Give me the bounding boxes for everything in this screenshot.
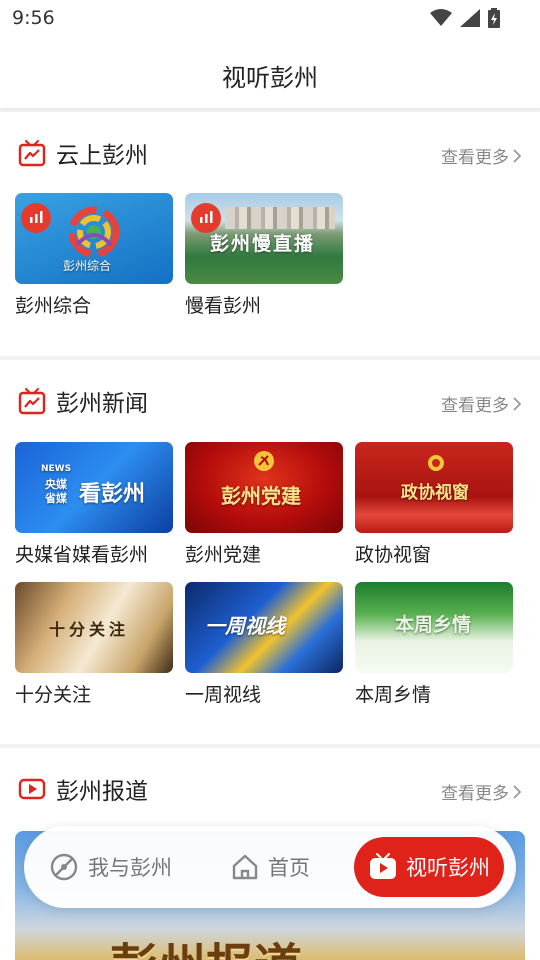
view-more-link[interactable]: 查看更多 [441,143,522,168]
view-more-label: 查看更多 [441,148,509,168]
program-label: 央媒省媒看彭州 [15,544,149,566]
thumbnail-caption: 本周乡情 [395,614,472,636]
program-card[interactable]: 一周视线 一周视线 [185,582,343,707]
chevron-right-icon [513,396,522,411]
party-emblem-icon [254,451,274,471]
view-more-label: 查看更多 [441,396,509,416]
program-thumbnail: NEWS 央媒 省媒 看彭州 [15,442,173,533]
channel-card[interactable]: 彭州慢直播 慢看彭州 [185,193,343,318]
section-title: 彭州报道 [56,779,148,805]
program-thumbnail: 十分关注 [15,582,173,673]
nav-item-me-pengzhou[interactable]: 我与彭州 [48,826,172,908]
compass-icon [50,853,78,881]
channel-label: 彭州综合 [15,295,92,317]
thumbnail-caption: 政协视窗 [401,483,469,503]
thumbnail-caption: 看彭州 [79,482,146,507]
section-header: 彭州新闻 [18,386,148,417]
program-card[interactable]: 十分关注 十分关注 [15,582,173,707]
view-more-link[interactable]: 查看更多 [441,391,522,416]
section-cloud: 云上彭州 查看更多 彭州综合 彭州综合 彭州慢直播 慢看彭州 [0,112,540,356]
nav-item-shiting-pengzhou[interactable]: 视听彭州 [354,837,504,897]
section-title: 云上彭州 [56,143,148,169]
program-card[interactable]: 彭州党建 彭州党建 [185,442,343,567]
channel-thumbnail: 彭州综合 [15,193,173,284]
program-thumbnail: 政协视窗 [355,442,513,533]
tv-chart-icon [18,140,46,167]
video-play-icon [18,778,46,800]
live-signal-icon [30,211,43,223]
thumbnail-caption: 十分关注 [49,620,130,639]
live-signal-icon [200,211,213,223]
nav-label: 视听彭州 [406,856,490,880]
thumbnail-caption: 一周视线 [205,614,285,638]
program-label: 十分关注 [15,684,92,706]
program-label: 一周视线 [185,684,262,706]
thumbnail-caption: 彭州慢直播 [210,233,316,255]
channel-label: 慢看彭州 [185,295,262,317]
thumbnail-caption: 彭州综合 [63,259,112,273]
live-badge [191,203,221,233]
pengzhou-logo-icon [68,206,120,258]
program-card[interactable]: 本周乡情 本周乡情 [355,582,513,707]
section-news: 彭州新闻 查看更多 NEWS 央媒 省媒 看彭州 央媒省媒看彭州 彭州党建 彭州… [0,360,540,744]
section-title: 彭州新闻 [56,391,148,417]
chevron-right-icon [513,148,522,163]
title-bar: 视听彭州 [0,38,540,108]
nav-label: 我与彭州 [88,856,172,880]
live-badge [21,203,51,233]
home-icon [232,854,258,880]
program-label: 本周乡情 [355,684,432,706]
program-card[interactable]: 政协视窗 政协视窗 [355,442,513,567]
section-header: 彭州报道 [18,774,148,805]
signal-icon [460,9,480,27]
building-skyline [225,207,335,229]
nav-item-home[interactable]: 首页 [230,826,310,908]
status-icons [430,8,500,28]
section-header: 云上彭州 [18,138,148,169]
thumbnail-caption: 彭州党建 [221,484,301,508]
nav-label: 首页 [268,856,310,880]
channel-card[interactable]: 彭州综合 彭州综合 [15,193,173,318]
bottom-nav: 我与彭州 首页 视听彭州 [24,826,516,908]
program-thumbnail: 彭州党建 [185,442,343,533]
banner-caption: 彭州报道 [110,927,302,960]
tv-play-icon [370,853,396,879]
program-thumbnail: 本周乡情 [355,582,513,673]
program-thumbnail: 一周视线 [185,582,343,673]
battery-icon [488,8,500,28]
view-more-link[interactable]: 查看更多 [441,779,522,804]
page-title: 视听彭州 [222,64,318,92]
status-bar: 9:56 [0,0,540,38]
wifi-icon [430,9,452,26]
thumbnail-news-tag: NEWS [41,464,72,474]
chevron-right-icon [513,784,522,799]
program-label: 彭州党建 [185,544,262,566]
cppcc-emblem-icon [428,455,444,471]
channel-thumbnail: 彭州慢直播 [185,193,343,284]
view-more-label: 查看更多 [441,784,509,804]
tv-chart-icon [18,388,46,415]
status-time: 9:56 [12,7,55,29]
program-label: 政协视窗 [355,544,432,566]
thumbnail-sub-line2: 省媒 [45,492,67,505]
program-card[interactable]: NEWS 央媒 省媒 看彭州 央媒省媒看彭州 [15,442,173,567]
